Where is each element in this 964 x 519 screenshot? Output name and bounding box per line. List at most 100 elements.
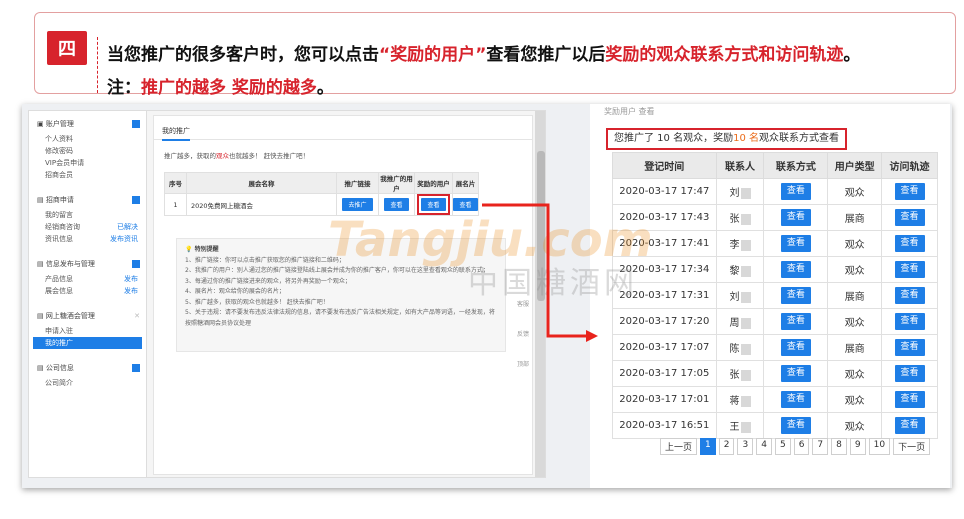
tip-quote: ” xyxy=(475,45,487,65)
sidebar-item-profile[interactable]: 个人资料 xyxy=(29,133,146,145)
page-1-button[interactable]: 1 xyxy=(700,438,716,455)
rewarded-users-panel: 奖励用户 查看 您推广了 10 名观众，奖励10 名观众联系方式查看 登记时间 … xyxy=(590,104,950,488)
publish-link[interactable]: 发布 xyxy=(124,273,138,285)
page-8-button[interactable]: 8 xyxy=(831,438,847,455)
rewarded-users-table: 登记时间 联系人 联系方式 用户类型 访问轨迹 2020-03-17 17:47… xyxy=(612,152,938,439)
view-cards-button[interactable]: 查看 xyxy=(453,198,478,211)
contact-name-text: 刘 xyxy=(729,188,740,199)
view-contact-button[interactable]: 查看 xyxy=(780,391,811,408)
trace-cell: 查看 xyxy=(881,282,938,309)
col-header: 登记时间 xyxy=(612,152,717,179)
redacted-mask xyxy=(740,395,751,407)
publish-news-link[interactable]: 发布资讯 xyxy=(110,233,138,245)
view-rewarded-users-button[interactable]: 查看 xyxy=(421,198,446,211)
page-6-button[interactable]: 6 xyxy=(793,438,810,455)
tip-quote: “ xyxy=(379,45,391,65)
sidebar-item-company-intro[interactable]: 公司简介 xyxy=(29,377,146,389)
redacted-mask xyxy=(740,291,751,303)
user-type: 展商 xyxy=(827,282,883,309)
sidebar-item-label: 我的推广 xyxy=(45,339,73,347)
sidebar-item-products[interactable]: 产品信息 发布 xyxy=(29,273,146,285)
page-2-button[interactable]: 2 xyxy=(718,438,735,455)
sidebar-item-label: 修改密码 xyxy=(45,147,73,155)
view-contact-button[interactable]: 查看 xyxy=(780,339,811,356)
view-trace-button[interactable]: 查看 xyxy=(894,365,925,382)
sidebar-item-label: 资讯信息 xyxy=(45,235,73,243)
collapse-icon[interactable] xyxy=(132,120,140,128)
view-contact-button[interactable]: 查看 xyxy=(780,209,811,226)
view-contact-button[interactable]: 查看 xyxy=(780,417,811,434)
contact-name: 刘 xyxy=(715,178,765,205)
sidebar-item-exhibitions[interactable]: 展会信息 发布 xyxy=(29,285,146,297)
page-5-button[interactable]: 5 xyxy=(774,438,791,455)
sidebar-item-vip[interactable]: VIP会员申请 xyxy=(29,157,146,169)
pagination: 上一页 1 2 3 4 5 6 7 8 9 10 下一页 xyxy=(660,438,931,455)
view-promoted-users-button[interactable]: 查看 xyxy=(384,198,409,211)
page-10-button[interactable]: 10 xyxy=(868,438,891,455)
collapse-icon[interactable] xyxy=(132,260,140,268)
view-trace-button[interactable]: 查看 xyxy=(894,313,925,330)
feedback-tab[interactable]: 反馈 xyxy=(517,331,529,338)
sidebar-item-news[interactable]: 资讯信息 发布资讯 xyxy=(29,233,146,245)
sidebar-item-apply[interactable]: 申请入驻 xyxy=(29,325,146,337)
prev-page-button[interactable]: 上一页 xyxy=(660,438,698,455)
sidebar-item-messages[interactable]: 我的留言 xyxy=(29,209,146,221)
view-trace-button[interactable]: 查看 xyxy=(894,235,925,252)
view-contact-button[interactable]: 查看 xyxy=(780,287,811,304)
collapse-icon[interactable] xyxy=(132,196,140,204)
page-9-button[interactable]: 9 xyxy=(849,438,866,455)
promote-button[interactable]: 去推广 xyxy=(342,198,373,211)
user-icon: ▣ xyxy=(37,120,46,128)
sidebar-section-account[interactable]: ▣ 账户管理 xyxy=(29,115,146,133)
user-type: 观众 xyxy=(827,256,883,283)
page-4-button[interactable]: 4 xyxy=(756,438,772,455)
user-type: 观众 xyxy=(827,230,883,257)
next-page-button[interactable]: 下一页 xyxy=(893,438,931,455)
sidebar-section-info[interactable]: ▤ 信息发布与管理 xyxy=(29,255,146,273)
view-trace-button[interactable]: 查看 xyxy=(894,183,925,200)
page-3-button[interactable]: 3 xyxy=(737,438,754,455)
view-trace-button[interactable]: 查看 xyxy=(894,339,925,356)
contact-cell: 查看 xyxy=(763,308,829,335)
tip-text: 查看您推广以后 xyxy=(486,45,606,65)
sidebar-section-investment[interactable]: ▤ 招商申请 xyxy=(29,191,146,209)
view-contact-button[interactable]: 查看 xyxy=(780,261,811,278)
tab-my-promotion[interactable]: 我的推广 xyxy=(154,116,532,141)
sidebar-section-online-fair[interactable]: ▤ 网上糖酒会管理 ✕ xyxy=(29,307,146,325)
sidebar-item-merchant[interactable]: 招商会员 xyxy=(29,169,146,181)
page-7-button[interactable]: 7 xyxy=(812,438,829,455)
contact-name: 黎 xyxy=(715,256,765,283)
customer-service-tab[interactable]: 客服 xyxy=(517,301,529,308)
redacted-mask xyxy=(740,421,751,433)
view-contact-button[interactable]: 查看 xyxy=(780,183,811,200)
sidebar-item-password[interactable]: 修改密码 xyxy=(29,145,146,157)
sidebar-section-company[interactable]: ▤ 公司信息 xyxy=(29,359,146,377)
view-trace-button[interactable]: 查看 xyxy=(894,287,925,304)
user-type: 展商 xyxy=(827,204,883,231)
table-row: 2020-03-17 17:47 刘 查看 观众 查看 xyxy=(612,178,938,205)
view-trace-button[interactable]: 查看 xyxy=(894,261,925,278)
view-contact-button[interactable]: 查看 xyxy=(780,235,811,252)
contact-name-text: 王 xyxy=(729,422,740,433)
trace-cell: 查看 xyxy=(881,412,938,439)
col-header: 推广链接 xyxy=(336,172,379,194)
contact-name-text: 陈 xyxy=(729,344,740,355)
col-header: 联系方式 xyxy=(763,152,829,179)
view-trace-button[interactable]: 查看 xyxy=(894,209,925,226)
view-contact-button[interactable]: 查看 xyxy=(780,313,811,330)
view-trace-button[interactable]: 查看 xyxy=(894,417,925,434)
col-header: 联系人 xyxy=(715,152,765,179)
collapse-icon[interactable] xyxy=(132,364,140,372)
close-icon[interactable]: ✕ xyxy=(134,312,140,320)
promotion-table: 序号 展会名称 推广链接 我推广的用户 奖励的用户 展名片 1 2020免费网上… xyxy=(164,172,479,216)
view-contact-button[interactable]: 查看 xyxy=(780,365,811,382)
contact-cell: 查看 xyxy=(763,230,829,257)
view-trace-button[interactable]: 查看 xyxy=(894,391,925,408)
trace-cell: 查看 xyxy=(881,386,938,413)
sidebar-item-my-promotion[interactable]: 我的推广 xyxy=(33,337,142,349)
section-title: 网上糖酒会管理 xyxy=(45,312,95,320)
back-to-top-tab[interactable]: 顶部 xyxy=(517,361,529,368)
sidebar-item-dealer[interactable]: 经销商咨询 已解决 xyxy=(29,221,146,233)
publish-link[interactable]: 发布 xyxy=(124,285,138,297)
resolved-link[interactable]: 已解决 xyxy=(117,221,138,233)
